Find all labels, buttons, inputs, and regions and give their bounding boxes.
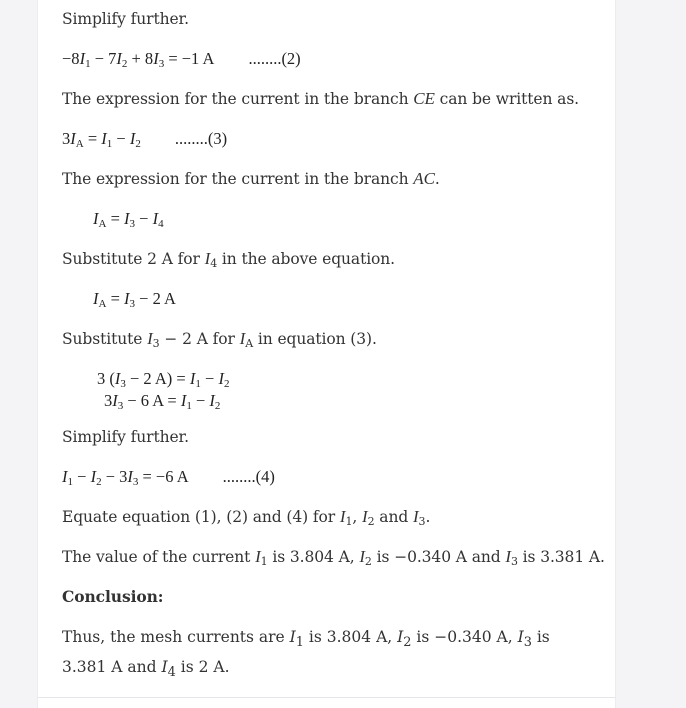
text: Substitute 2 A for [62, 250, 205, 268]
text-branch-ce: The expression for the current in the br… [62, 87, 579, 111]
branch-label: CE [413, 89, 435, 108]
text-equate-equations: Equate equation (1), (2) and (4) for I1,… [62, 505, 430, 529]
eq-text: = [83, 129, 102, 148]
eq-text: − 2 A) = [125, 369, 190, 388]
text: Substitute [62, 330, 148, 348]
solution-card: Simplify further. −8I1 − 7I2 + 8I3 = −1 … [37, 0, 616, 698]
inline-sub: A [245, 337, 254, 350]
eq-text: − [191, 391, 210, 410]
next-section-card [37, 698, 616, 708]
inline-sub: 1 [295, 635, 304, 651]
conclusion-text: Thus, the mesh currents are I1 is 3.804 … [62, 625, 597, 685]
text: Equate equation (1), (2) and (4) for [62, 508, 340, 526]
text: . [425, 508, 431, 526]
eq-text: + 8 [127, 49, 154, 68]
eq-text: − [200, 369, 219, 388]
text: is 3.381 A. [517, 548, 605, 566]
branch-label: AC [413, 169, 435, 188]
text-simplify-further-2: Simplify further. [62, 428, 189, 446]
text: in equation (3). [253, 330, 377, 348]
text: is −0.340 A and [371, 548, 506, 566]
text: is −0.340 A, [411, 628, 518, 646]
eq-text: = −1 A [164, 49, 215, 68]
inline-sub: 3 [510, 555, 518, 568]
text-branch-ac: The expression for the current in the br… [62, 167, 440, 191]
eq-text: 3 [104, 391, 113, 410]
equation-ia: IA = I3 − I4 [93, 208, 164, 230]
text: The expression for the current in the br… [62, 170, 414, 188]
eq-text: − [112, 129, 130, 148]
text-current-values: The value of the current I1 is 3.804 A, … [62, 545, 605, 569]
eq-text: 3 [62, 129, 71, 148]
eq-sub: 4 [158, 218, 164, 230]
eq-text: − 7 [90, 49, 117, 68]
eq-sub: 2 [214, 400, 221, 412]
equation-substituted-2: 3I3 − 6 A = I1 − I2 [104, 390, 220, 412]
equation-2: −8I1 − 7I2 + 8I3 = −1 A ........(2) [62, 48, 301, 70]
equation-tag: ........(2) [248, 49, 301, 68]
eq-text: −8 [62, 49, 80, 68]
equation-4: I1 − I2 − 3I3 = −6 A ........(4) [62, 466, 275, 488]
equation-tag: ........(4) [222, 467, 275, 486]
text-substitute-ia: Substitute I3 − 2 A for IA in equation (… [62, 327, 377, 351]
text: − 2 A for [159, 330, 240, 348]
text: , [352, 508, 363, 526]
text: is 2 A. [175, 658, 230, 677]
text: The expression for the current in the br… [62, 90, 414, 108]
eq-text: = [106, 289, 125, 308]
inline-sub: 4 [167, 665, 176, 681]
text-substitute-i4: Substitute 2 A for I4 in the above equat… [62, 247, 395, 271]
text: can be written as. [434, 90, 580, 108]
eq-sub: A [75, 138, 84, 150]
eq-text: − 6 A = [123, 391, 181, 410]
eq-text: − 3 [101, 467, 128, 486]
text-simplify-further-1: Simplify further. [62, 10, 189, 28]
inline-sub: 3 [523, 635, 532, 651]
text: is 3.804 A, [304, 628, 398, 646]
text: The value of the current [62, 548, 256, 566]
eq-sub: 2 [135, 138, 141, 150]
text: Thus, the mesh currents are [62, 628, 290, 646]
eq-text: 3 ( [97, 369, 115, 388]
text: in the above equation. [217, 250, 395, 268]
eq-text: = [106, 209, 125, 228]
eq-text: − 2 A [135, 289, 176, 308]
inline-sub: 2 [364, 555, 372, 568]
equation-substituted-1: 3 (I3 − 2 A) = I1 − I2 [97, 368, 229, 390]
eq-sub: 2 [223, 378, 230, 390]
equation-tag: ........(3) [174, 129, 228, 148]
equation-ia-substituted: IA = I3 − 2 A [93, 288, 176, 310]
text: is 3.804 A, [267, 548, 360, 566]
equation-3: 3IA = I1 − I2 ........(3) [62, 128, 227, 150]
conclusion-heading: Conclusion: [62, 587, 164, 606]
eq-text: − [73, 467, 91, 486]
text: . [434, 170, 440, 188]
eq-text: − [135, 209, 153, 228]
eq-text: = −6 A [138, 467, 189, 486]
inline-sub: 3 [152, 337, 160, 350]
text: and [374, 508, 413, 526]
inline-sub: 1 [260, 555, 268, 568]
